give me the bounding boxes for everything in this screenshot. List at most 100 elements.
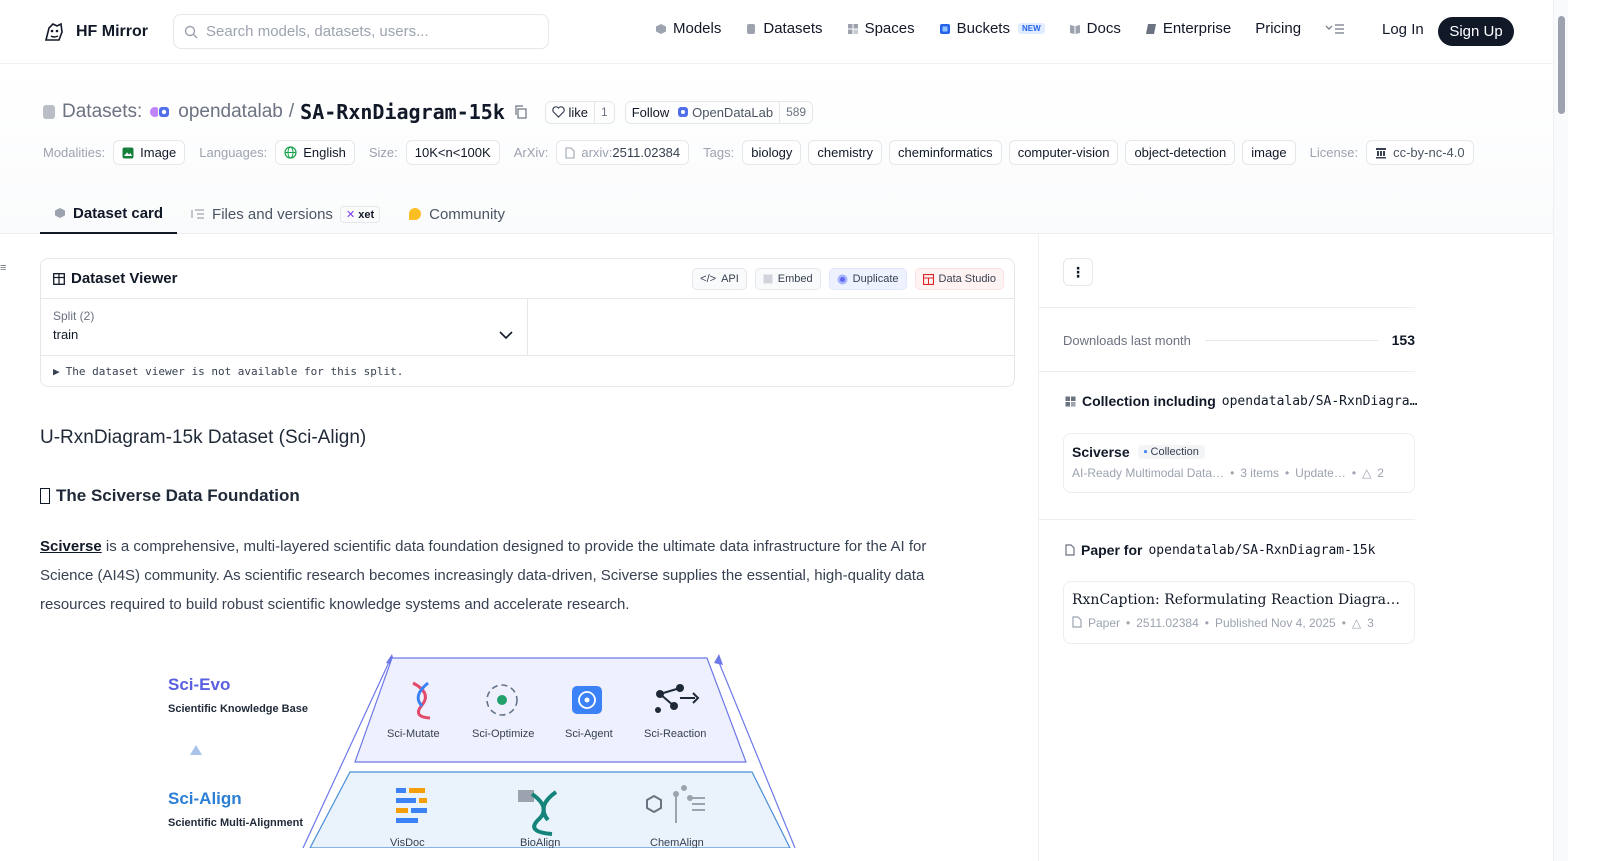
embed-button[interactable]: Embed (754, 268, 821, 290)
nav-pricing[interactable]: Pricing (1255, 20, 1301, 37)
tag-object-detection[interactable]: object-detection (1125, 140, 1236, 165)
card-heading: U-RxnDiagram-15k Dataset (Sci-Align) (40, 427, 367, 448)
duplicate-icon (837, 274, 848, 284)
size-label: Size: (368, 145, 398, 160)
follow-button[interactable]: Follow OpenDataLab 589 (624, 100, 814, 124)
toc-toggle-icon[interactable]: ≡ (0, 262, 6, 274)
document-icon (1065, 544, 1075, 556)
top-navbar: HF Mirror Models Datasets Spaces Buckets… (0, 0, 1553, 64)
paper-likes: 3 (1367, 616, 1374, 630)
paper-card[interactable]: RxnCaption: Reformulating Reaction Diagr… (1063, 581, 1415, 644)
search-box[interactable] (173, 14, 549, 49)
datasets-crumb[interactable]: Datasets: (62, 101, 142, 123)
xet-badge: ✕ xet (339, 205, 381, 223)
arxiv-prefix: arxiv: (581, 145, 613, 160)
tag-computer-vision[interactable]: computer-vision (1008, 140, 1119, 165)
like-button[interactable]: like 1 (544, 100, 615, 124)
nav-datasets-label: Datasets (763, 20, 823, 37)
nav-enterprise[interactable]: Enterprise (1145, 20, 1231, 37)
duplicate-button[interactable]: Duplicate (828, 268, 907, 290)
downloads-label: Downloads last month (1063, 332, 1191, 348)
downloads-stat: Downloads last month 153 (1063, 332, 1415, 348)
divider (1039, 307, 1415, 308)
arxiv-label: ArXiv: (513, 145, 549, 160)
evo-title: Sci-Evo (168, 675, 231, 694)
nav-links: Models Datasets Spaces Buckets NEW Docs … (655, 20, 1369, 37)
data-studio-button[interactable]: Data Studio (914, 268, 1004, 290)
code-icon: </> (700, 273, 717, 285)
tags-label: Tags: (703, 145, 735, 160)
tab-files-label: Files and versions (212, 205, 333, 223)
paper-repo: opendatalab/SA-RxnDiagram-15k (1148, 542, 1376, 558)
nav-pricing-label: Pricing (1255, 20, 1302, 37)
collection-items: 3 items (1240, 466, 1279, 480)
tag-arxiv[interactable]: arxiv:2511.02384 (556, 140, 690, 165)
viewer-notice[interactable]: ▶ The dataset viewer is not available fo… (41, 355, 1014, 387)
nav-more-menu[interactable] (1325, 23, 1345, 35)
brand-name: HF Mirror (76, 23, 148, 40)
tab-dataset-card-label: Dataset card (73, 204, 164, 222)
divider (1039, 371, 1415, 372)
repo-name[interactable]: SA-RxnDiagram-15k (300, 100, 505, 124)
tag-size[interactable]: 10K<n<100K (405, 140, 500, 165)
top-item-label: Sci-Optimize (472, 728, 535, 740)
split-select[interactable]: Split (2) train (41, 299, 528, 355)
tag-license[interactable]: cc-by-nc-4.0 (1366, 140, 1474, 165)
follow-org: OpenDataLab (692, 104, 774, 120)
page-scrollbar[interactable] (1553, 0, 1568, 861)
collection-heading-text: Collection including (1082, 393, 1216, 409)
viewer-title: Dataset Viewer (71, 270, 178, 287)
upvote-icon: △ (1351, 616, 1362, 630)
tag-modality[interactable]: Image (113, 140, 186, 165)
tag-license-label: cc-by-nc-4.0 (1393, 145, 1465, 160)
repo-owner-link[interactable]: opendatalab (178, 101, 283, 123)
duplicate-label: Duplicate (852, 273, 899, 285)
menu-list-icon (1325, 23, 1345, 34)
arxiv-id: 2511.02384 (612, 145, 681, 160)
more-options-icon[interactable]: ⋮ (1063, 258, 1093, 286)
collection-badge-label: Collection (1150, 446, 1199, 458)
bucket-icon (939, 23, 950, 34)
dataset-viewer: Dataset Viewer </> API Embed Duplicate Da… (40, 258, 1015, 387)
tab-files[interactable]: Files and versions ✕ xet (177, 194, 394, 234)
xet-label: xet (358, 208, 375, 221)
tag-row: Modalities: Image Languages: English Siz… (43, 140, 1481, 165)
search-input[interactable] (206, 23, 526, 40)
sciverse-diagram: Sci-Evo Scientific Knowledge Base Sci-Al… (160, 648, 820, 849)
nav-docs[interactable]: Docs (1069, 20, 1121, 37)
tag-biology[interactable]: biology (742, 140, 802, 165)
api-label: API (721, 273, 739, 285)
license-label: License: (1309, 145, 1359, 160)
tab-dataset-card[interactable]: Dataset card (40, 194, 178, 234)
tag-language-label: English (303, 145, 346, 160)
nav-models[interactable]: Models (655, 20, 721, 37)
login-link[interactable]: Log In (1382, 21, 1424, 38)
languages-label: Languages: (199, 145, 268, 160)
nav-datasets[interactable]: Datasets (745, 20, 823, 37)
tag-image[interactable]: image (1242, 140, 1296, 165)
tab-community-label: Community (429, 205, 505, 223)
copy-icon[interactable] (513, 104, 529, 120)
brand-logo[interactable]: HF Mirror (42, 20, 148, 44)
collection-desc: AI-Ready Multimodal Data… (1072, 466, 1225, 480)
mirror-logo-icon (44, 22, 63, 41)
nav-models-label: Models (673, 20, 722, 37)
collection-card[interactable]: Sciverse ▪ Collection AI-Ready Multimodal… (1063, 433, 1415, 493)
nav-buckets[interactable]: Buckets NEW (939, 20, 1045, 37)
tag-language[interactable]: English (275, 140, 355, 165)
signup-button[interactable]: Sign Up (1438, 17, 1514, 46)
cube-icon (55, 208, 65, 218)
like-count: 1 (594, 101, 614, 123)
scrollbar-thumb[interactable] (1558, 16, 1565, 114)
sci-agent-icon (572, 686, 602, 714)
top-item-label: Sci-Reaction (644, 728, 707, 740)
tag-cheminformatics[interactable]: cheminformatics (889, 140, 1002, 165)
paper-tag: Paper (1088, 616, 1121, 630)
divider (1039, 519, 1415, 520)
evo-subtitle: Scientific Knowledge Base (168, 703, 308, 715)
api-button[interactable]: </> API (692, 268, 747, 290)
tag-chemistry[interactable]: chemistry (808, 140, 883, 165)
nav-spaces[interactable]: Spaces (847, 20, 915, 37)
sciverse-link[interactable]: Sciverse (40, 538, 102, 555)
tab-community[interactable]: Community (394, 194, 519, 234)
